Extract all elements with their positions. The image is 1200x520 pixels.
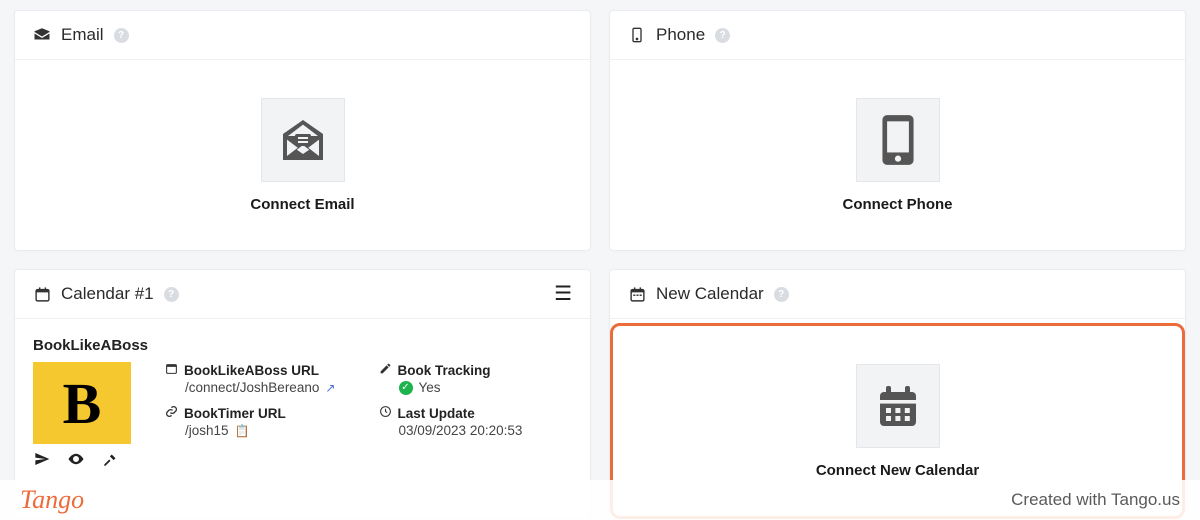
- email-title: Email: [61, 25, 104, 45]
- eye-icon[interactable]: [67, 450, 85, 468]
- tango-logo: Tango: [20, 485, 84, 515]
- send-icon[interactable]: [33, 450, 51, 468]
- calendar-small-icon: [165, 362, 178, 378]
- link-icon: [165, 405, 178, 421]
- help-icon[interactable]: ?: [715, 28, 730, 43]
- calendar1-title: Calendar #1: [61, 284, 154, 304]
- url-label: BookLikeABoss URL: [184, 363, 319, 378]
- url-label-row: BookLikeABoss URL: [165, 362, 359, 378]
- check-icon: ✓: [399, 381, 413, 395]
- phone-card: Phone ? Connect Phone: [609, 10, 1186, 251]
- connect-phone-button[interactable]: [856, 98, 940, 182]
- phone-body: Connect Phone: [610, 60, 1185, 250]
- url-value-row: /connect/JoshBereano ↗: [165, 380, 359, 395]
- update-value-row: 03/09/2023 20:20:53: [379, 423, 573, 438]
- email-card: Email ? Connect Email: [14, 10, 591, 251]
- gavel-icon[interactable]: [101, 450, 119, 468]
- help-icon[interactable]: ?: [114, 28, 129, 43]
- timer-label-row: BookTimer URL: [165, 405, 359, 421]
- help-icon[interactable]: ?: [774, 287, 789, 302]
- tracking-value: Yes: [419, 380, 441, 395]
- logo-column: B: [33, 362, 145, 468]
- email-icon: [33, 26, 51, 44]
- external-link-icon[interactable]: ↗: [325, 381, 335, 395]
- url-value: /connect/JoshBereano: [185, 380, 319, 395]
- newcal-header: New Calendar ?: [610, 270, 1185, 319]
- service-name: BookLikeABoss: [33, 337, 572, 354]
- update-label: Last Update: [398, 406, 475, 421]
- copy-icon[interactable]: 📋: [235, 424, 250, 438]
- calendar1-body: BookLikeABoss B BookLikeABoss URL: [15, 319, 590, 478]
- calendar-large-icon: [874, 382, 922, 430]
- pencil-icon: [379, 362, 392, 378]
- calendar1-header: Calendar #1 ? ☰: [15, 270, 590, 319]
- timer-label: BookTimer URL: [184, 406, 286, 421]
- phone-icon: [628, 26, 646, 44]
- footer-credit: Created with Tango.us: [1011, 490, 1180, 510]
- card-menu-button[interactable]: ☰: [554, 284, 572, 304]
- open-envelope-icon: [279, 116, 327, 164]
- connect-newcal-button[interactable]: [856, 364, 940, 448]
- connect-email-label: Connect Email: [250, 196, 354, 213]
- update-label-row: Last Update: [379, 405, 573, 421]
- tracking-label-row: Book Tracking: [379, 362, 573, 378]
- url-column: BookLikeABoss URL /connect/JoshBereano ↗…: [165, 362, 359, 448]
- update-value: 03/09/2023 20:20:53: [399, 423, 523, 438]
- phone-title: Phone: [656, 25, 705, 45]
- newcal-title: New Calendar: [656, 284, 764, 304]
- help-icon[interactable]: ?: [164, 287, 179, 302]
- phone-header: Phone ?: [610, 11, 1185, 60]
- smartphone-icon: [878, 112, 918, 168]
- timer-value-row: /josh15 📋: [165, 423, 359, 438]
- email-header: Email ?: [15, 11, 590, 60]
- connect-newcal-label: Connect New Calendar: [816, 462, 979, 479]
- status-column: Book Tracking ✓ Yes Last Update 03/09/20…: [379, 362, 573, 448]
- booklikeaboss-logo: B: [33, 362, 131, 444]
- connect-email-button[interactable]: [261, 98, 345, 182]
- calendar-icon: [628, 285, 646, 303]
- calendar-icon: [33, 285, 51, 303]
- clock-icon: [379, 405, 392, 421]
- connect-phone-label: Connect Phone: [842, 196, 952, 213]
- email-body: Connect Email: [15, 60, 590, 250]
- timer-value: /josh15: [185, 423, 229, 438]
- footer-bar: Tango Created with Tango.us: [0, 480, 1200, 520]
- tracking-label: Book Tracking: [398, 363, 491, 378]
- tracking-value-row: ✓ Yes: [379, 380, 573, 395]
